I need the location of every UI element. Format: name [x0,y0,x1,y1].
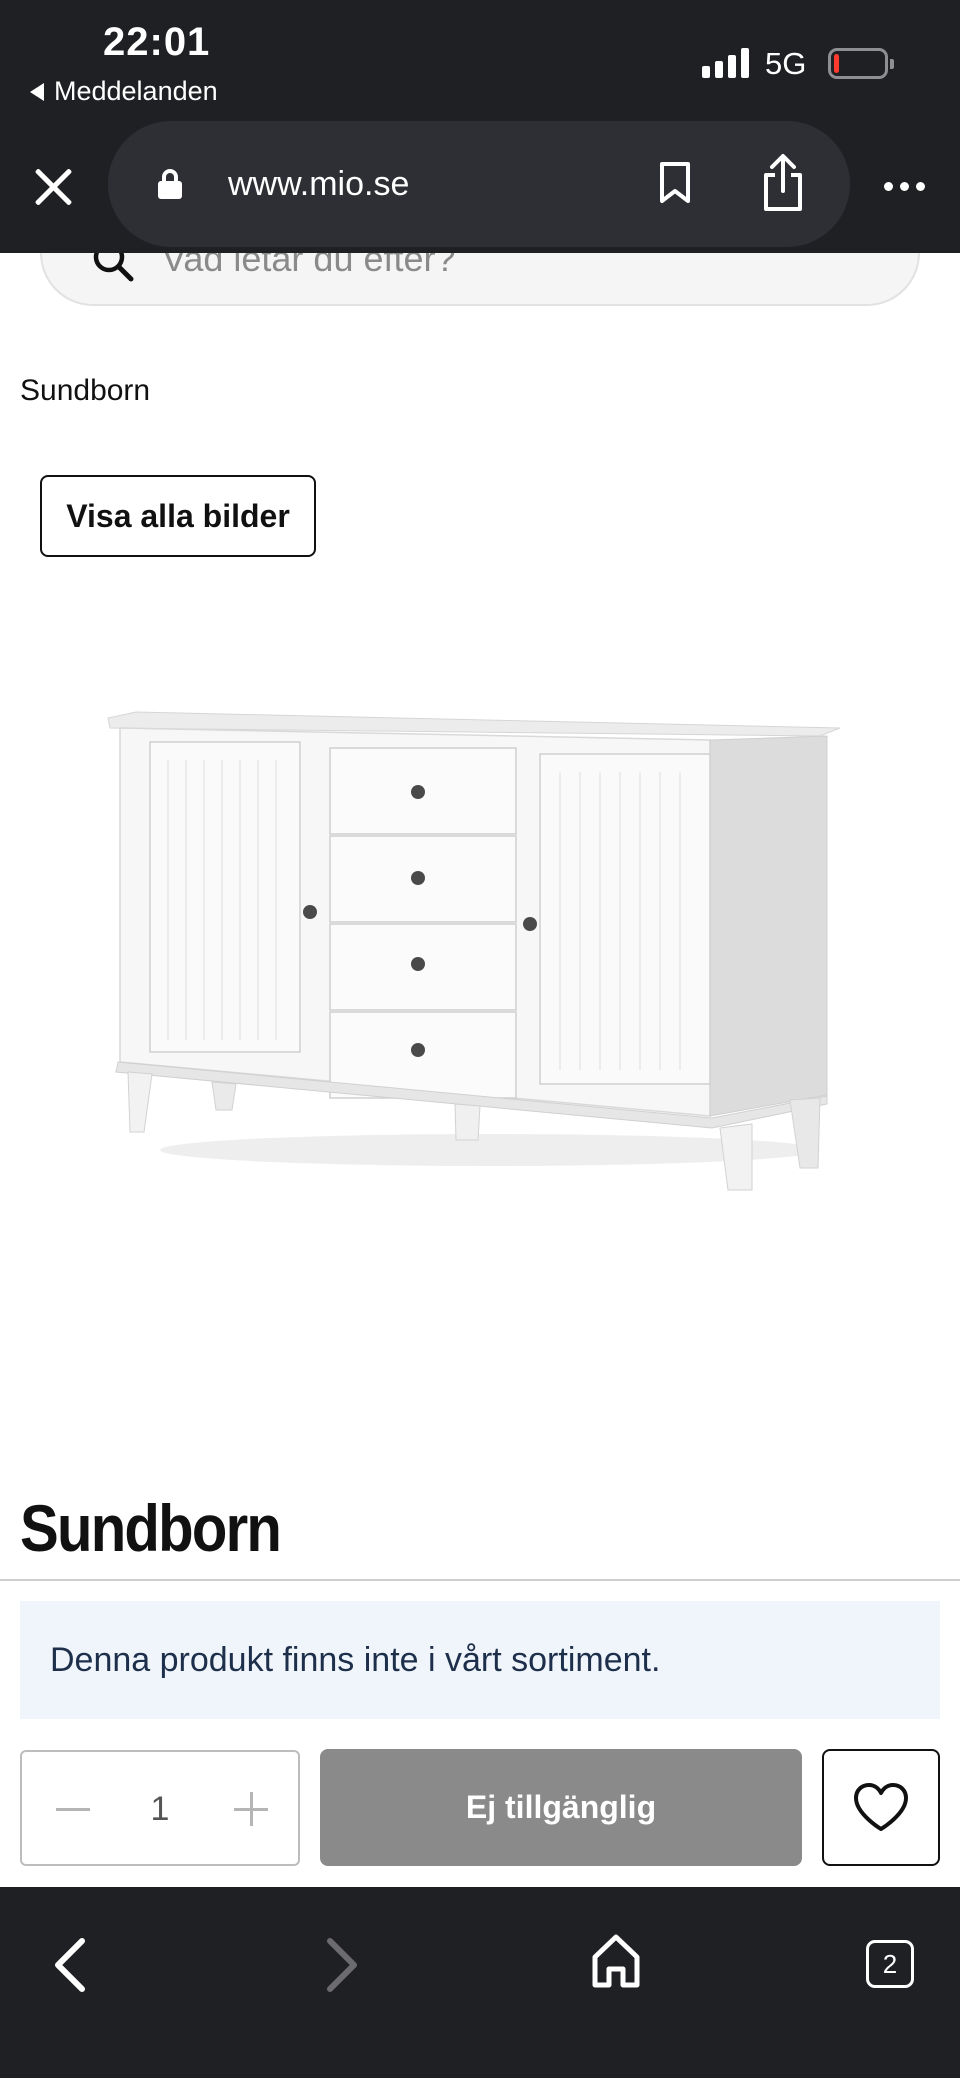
url-text[interactable]: www.mio.se [228,165,409,204]
unavailable-button[interactable]: Ej tillgänglig [320,1749,802,1866]
close-icon[interactable] [30,163,78,211]
quantity-stepper: 1 [20,1750,300,1866]
bookmark-icon[interactable] [658,161,692,205]
signal-icon [702,48,749,78]
availability-notice: Denna produkt finns inte i vårt sortimen… [20,1601,940,1719]
back-icon[interactable] [50,1935,90,1995]
more-icon[interactable] [884,182,925,191]
forward-icon[interactable] [322,1935,362,1995]
tabs-icon[interactable]: 2 [866,1940,914,1988]
back-app-label: Meddelanden [54,76,218,106]
product-image[interactable] [100,700,850,1210]
show-all-images-button[interactable]: Visa alla bilder [40,475,316,557]
divider [0,1579,960,1581]
browser-bottom-bar: 2 [0,1887,960,2078]
battery-icon [828,48,894,79]
lock-icon [158,169,182,199]
heart-icon [854,1782,908,1831]
share-icon[interactable] [758,153,808,213]
plus-icon[interactable] [234,1792,268,1826]
back-triangle-icon [30,82,44,101]
favorite-button[interactable] [822,1749,940,1866]
product-title: Sundborn [20,1491,282,1565]
breadcrumb[interactable]: Sundborn [20,374,150,408]
home-icon[interactable] [590,1931,642,1991]
status-time: 22:01 [103,20,211,64]
url-bar[interactable]: www.mio.se [108,121,850,247]
browser-top-bar: 22:01 Meddelanden 5G www.mio.se [0,0,960,253]
network-type: 5G [765,46,807,81]
back-to-app-link[interactable]: Meddelanden [30,76,218,107]
